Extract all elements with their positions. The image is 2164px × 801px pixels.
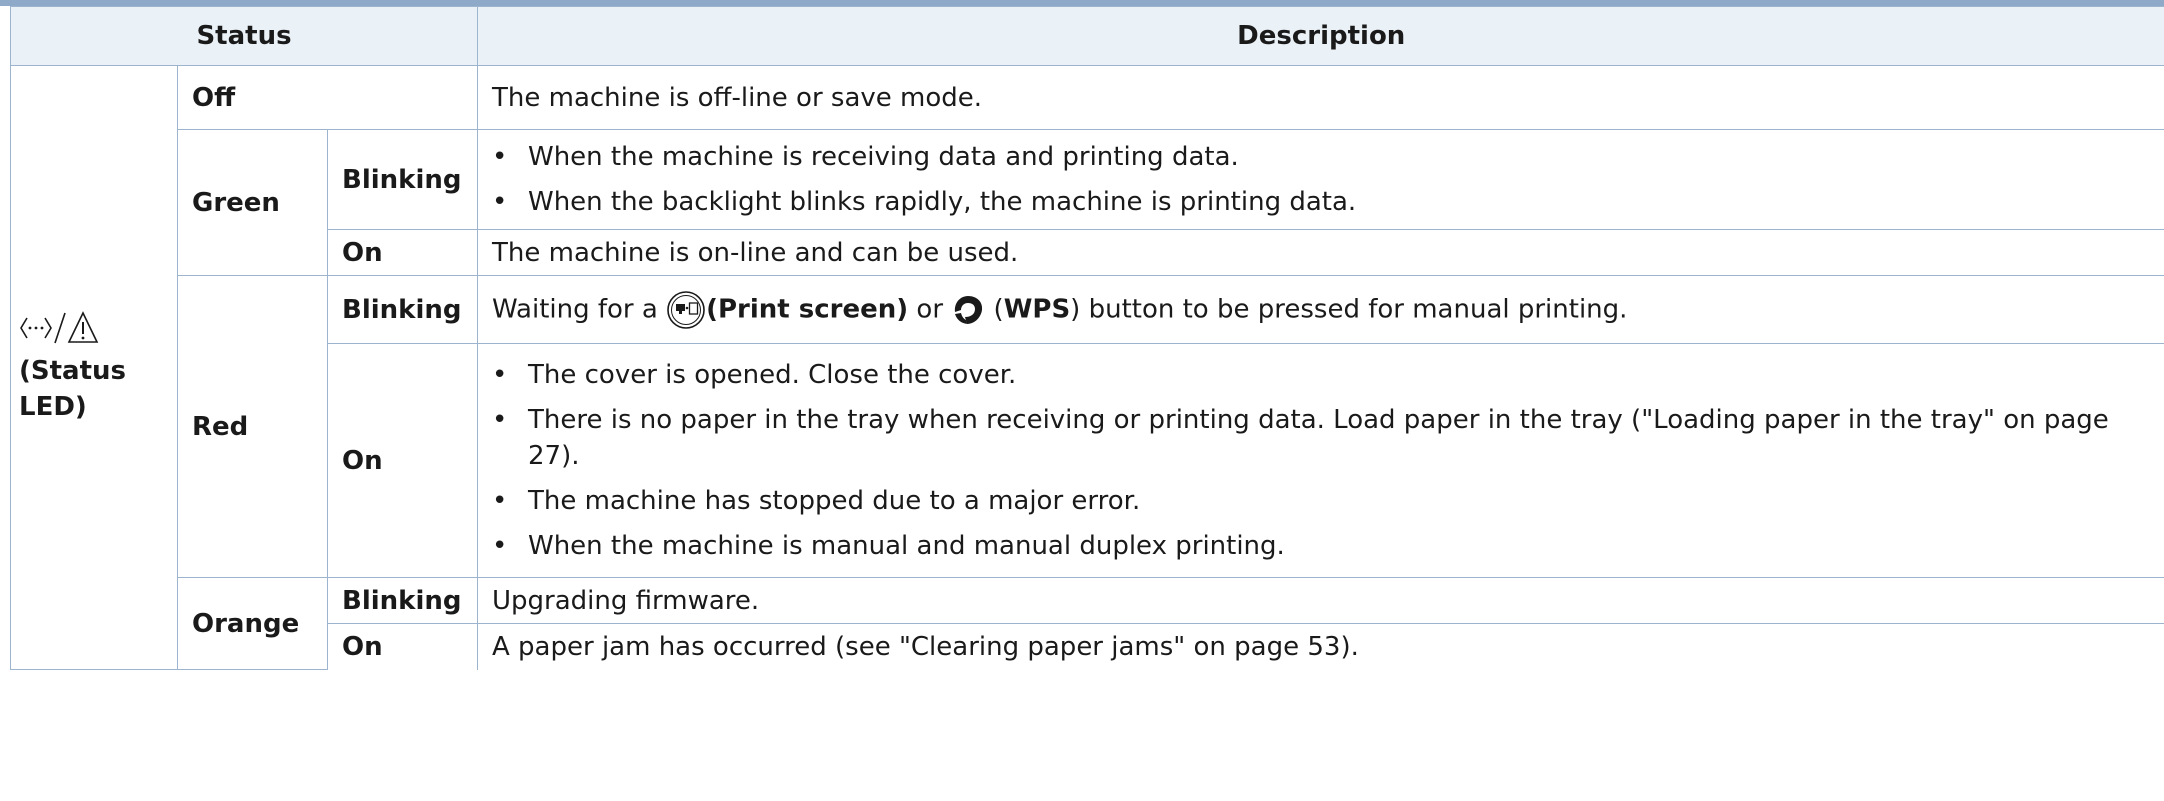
table-row: (Status LED) Off The machine is off-line… xyxy=(10,65,2164,670)
off-description: The machine is off-line or save mode. xyxy=(477,65,2164,130)
status-led-label: (Status LED) xyxy=(19,355,126,422)
table-row: Red Blinking Waiting for a (Print screen… xyxy=(11,275,2164,578)
orange-label: Orange xyxy=(177,577,328,670)
description-header: Description xyxy=(477,6,2164,66)
list-item: • The cover is opened. Close the cover. xyxy=(492,360,1017,390)
orange-blinking-label: Blinking xyxy=(327,577,478,624)
wps-icon xyxy=(955,295,983,324)
list-item: • When the machine is manual and manual d… xyxy=(492,531,1285,561)
slash-separator-icon xyxy=(54,312,66,343)
red-blinking-description: Waiting for a (Print screen) or (WPS) bu… xyxy=(477,275,2164,344)
print-screen-button-icon xyxy=(667,290,705,329)
header-row: Status Description xyxy=(10,6,2164,66)
table-row: On A paper jam has occurred (see "Cleari… xyxy=(11,623,2164,670)
orange-on-label: On xyxy=(327,623,478,670)
off-label: Off xyxy=(177,65,478,130)
warning-triangle-icon xyxy=(67,310,99,343)
list-item: • The machine has stopped due to a major … xyxy=(492,486,1141,516)
green-on-label: On xyxy=(327,229,478,276)
red-on-description: • The cover is opened. Close the cover. •… xyxy=(477,343,2164,578)
list-item: • There is no paper in the tray when rece… xyxy=(492,405,2109,471)
red-on-label: On xyxy=(327,343,478,578)
green-blinking-description: • When the machine is receiving data and … xyxy=(477,129,2164,230)
green-on-description: The machine is on-line and can be used. xyxy=(477,229,2164,276)
table-row: On The machine is on-line and can be use… xyxy=(11,229,2164,276)
table-row: Orange Blinking Upgrading firmware. xyxy=(11,577,2164,670)
green-blinking-label: Blinking xyxy=(327,129,478,230)
red-blinking-label: Blinking xyxy=(327,275,478,344)
orange-blinking-description: Upgrading firmware. xyxy=(477,577,2164,624)
orange-on-description: A paper jam has occurred (see "Clearing … xyxy=(477,623,2164,670)
red-label: Red xyxy=(177,275,328,578)
table-row: On • The cover is opened. Close the cover… xyxy=(11,343,2164,578)
wifi-led-icon xyxy=(20,317,52,338)
list-item: • When the backlight blinks rapidly, the … xyxy=(492,187,1357,217)
status-header: Status xyxy=(10,6,478,66)
list-item: • When the machine is receiving data and … xyxy=(492,142,1239,172)
status-led-cell: (Status LED) xyxy=(10,65,178,670)
status-led-table: Status Description (Status LED) Off The … xyxy=(10,6,2164,670)
table-row: Green Blinking • When the machine is rece… xyxy=(11,129,2164,276)
green-label: Green xyxy=(177,129,328,276)
